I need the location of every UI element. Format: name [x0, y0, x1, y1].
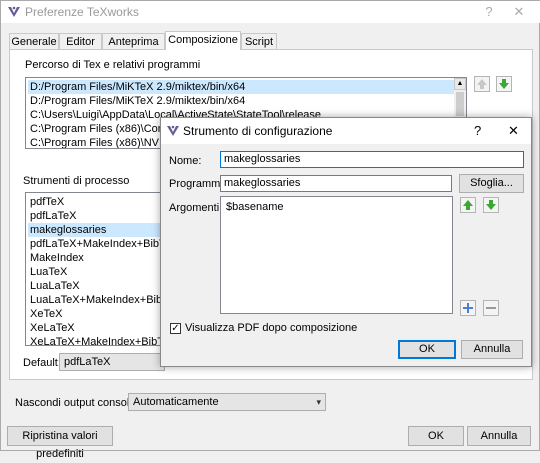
browse-button[interactable]: Sfoglia... [459, 174, 524, 193]
remove-argument-button[interactable] [483, 300, 499, 316]
tool-config-dialog: Strumento di configurazione ? ✕ Nome: ma… [160, 117, 532, 367]
cancel-button[interactable]: Annulla [467, 426, 531, 446]
dialog-close-button[interactable]: ✕ [508, 123, 519, 139]
view-pdf-label: Visualizza PDF dopo composizione [185, 322, 358, 334]
tab-editor[interactable]: Editor [59, 33, 102, 49]
move-down-button[interactable] [496, 76, 512, 92]
texworks-app-icon [167, 125, 179, 136]
scroll-up-arrow-icon[interactable]: ▲ [454, 78, 466, 90]
restore-defaults-button[interactable]: Ripristina valori predefiniti [7, 426, 113, 460]
dialog-title-bar: Strumento di configurazione ? ✕ [161, 118, 531, 144]
tool-item[interactable]: MakeIndex [28, 251, 172, 265]
program-input[interactable]: makeglossaries [220, 175, 452, 192]
arrow-up-icon [477, 79, 487, 89]
tools-list[interactable]: pdfTeX pdfLaTeX makeglossaries pdfLaTeX+… [25, 192, 175, 346]
name-label: Nome: [169, 155, 202, 167]
minus-icon [486, 307, 496, 309]
texworks-app-icon [8, 6, 20, 17]
tool-item[interactable]: XeTeX [28, 307, 172, 321]
console-label: Nascondi output console: [15, 397, 139, 409]
tool-item[interactable]: LuaLaTeX [28, 279, 172, 293]
window-title: Preferenze TeXworks [25, 5, 139, 19]
dialog-ok-button[interactable]: OK [398, 340, 456, 359]
dialog-title: Strumento di configurazione [183, 124, 333, 138]
arguments-label: Argomenti: [169, 202, 223, 214]
tab-script[interactable]: Script [241, 33, 277, 49]
name-input[interactable]: makeglossaries [220, 151, 524, 168]
title-bar: Preferenze TeXworks ? ✕ [1, 1, 540, 23]
default-tool-select[interactable]: pdfLaTeX [59, 353, 165, 371]
arrow-down-icon [499, 79, 509, 89]
tools-label: Strumenti di processo [23, 175, 130, 187]
path-item[interactable]: D:/Program Files/MiKTeX 2.9/miktex/bin/x… [28, 80, 454, 94]
tab-composizione[interactable]: Composizione [165, 31, 241, 50]
chevron-down-icon: ▾ [316, 397, 321, 407]
paths-label: Percorso di Tex e relativi programmi [25, 59, 201, 71]
default-tool-value: pdfLaTeX [64, 356, 111, 368]
tool-item[interactable]: pdfLaTeX+MakeIndex+BibTeX [28, 237, 172, 251]
tool-item[interactable]: pdfTeX [28, 195, 172, 209]
tool-item[interactable]: LuaLaTeX+MakeIndex+BibTeX [28, 293, 172, 307]
console-value: Automaticamente [133, 396, 219, 408]
tab-generale[interactable]: Generale [9, 33, 59, 49]
argument-item[interactable]: $basename [224, 200, 450, 214]
tool-item[interactable]: XeLaTeX [28, 321, 172, 335]
arguments-list[interactable]: $basename [220, 196, 453, 314]
move-up-button[interactable] [474, 76, 490, 92]
add-argument-button[interactable] [460, 300, 476, 316]
arrow-up-icon [463, 200, 473, 210]
tab-anteprima[interactable]: Anteprima [102, 33, 165, 49]
tool-item[interactable]: XeLaTeX+MakeIndex+BibTeX [28, 335, 172, 345]
arrow-down-icon [486, 200, 496, 210]
tool-item[interactable]: pdfLaTeX [28, 209, 172, 223]
console-select[interactable]: Automaticamente ▾ [128, 393, 326, 411]
path-item[interactable]: D:/Program Files/MiKTeX 2.9/miktex/bin/x… [28, 94, 454, 108]
arg-move-down-button[interactable] [483, 197, 499, 213]
dialog-help-button[interactable]: ? [474, 123, 481, 138]
tool-item[interactable]: LuaTeX [28, 265, 172, 279]
plus-icon [463, 303, 473, 313]
arg-move-up-button[interactable] [460, 197, 476, 213]
scroll-thumb[interactable] [456, 92, 464, 116]
close-button[interactable]: ✕ [497, 1, 540, 23]
dialog-cancel-button[interactable]: Annulla [461, 340, 523, 359]
tool-item-selected[interactable]: makeglossaries [28, 223, 172, 237]
view-pdf-checkbox[interactable]: ✓ [170, 323, 181, 334]
ok-button[interactable]: OK [408, 426, 464, 446]
default-label: Default: [23, 357, 61, 369]
